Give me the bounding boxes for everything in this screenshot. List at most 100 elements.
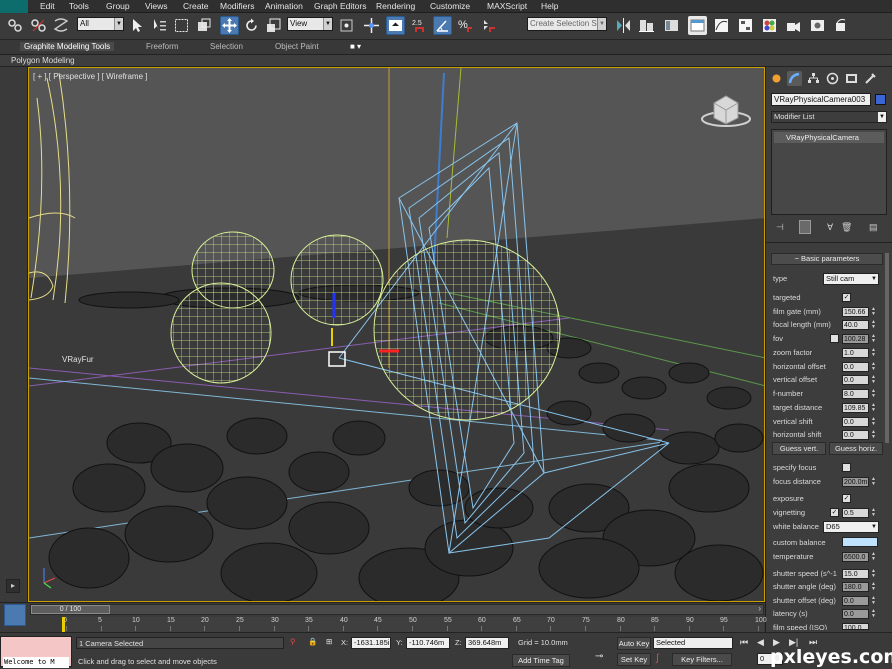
select-and-rotate-icon[interactable] (242, 16, 261, 35)
ribbon-options-icon[interactable]: ■ ▾ (350, 42, 361, 51)
angle-snap-icon[interactable] (433, 16, 452, 35)
spinner-arrows-icon[interactable]: ▲ ▼ (871, 552, 876, 562)
shutter-speed-spinner[interactable]: 15.0 (842, 569, 869, 579)
spinner-arrows-icon[interactable]: ▲ ▼ (871, 569, 876, 579)
menu-views[interactable]: Views (145, 1, 168, 11)
layer-manager-icon[interactable] (688, 16, 707, 35)
create-tab-icon[interactable] (769, 71, 784, 86)
key-filters-button[interactable]: Key Filters... (672, 653, 732, 666)
spinner-arrows-icon[interactable]: ▲ ▼ (871, 403, 876, 413)
mini-curve-editor-icon[interactable] (4, 604, 26, 626)
previous-frame-icon[interactable]: ◀ (757, 637, 764, 648)
menu-customize[interactable]: Customize (430, 1, 470, 11)
align-icon[interactable] (637, 16, 656, 35)
menu-create[interactable]: Create (183, 1, 209, 11)
polygon-modeling-panel-label[interactable]: Polygon Modeling (11, 56, 75, 65)
perspective-viewport[interactable]: [ + ] [ Perspective ] [ Wireframe ] VRay… (28, 67, 765, 602)
mirror-icon[interactable] (614, 16, 633, 35)
rendered-frame-window-icon[interactable] (808, 16, 827, 35)
spinner-snap-icon[interactable] (479, 16, 498, 35)
spinner-arrows-icon[interactable]: ▲ ▼ (871, 609, 876, 619)
modifier-stack-item[interactable]: VRayPhysicalCamera (774, 132, 884, 143)
vignetting-spinner[interactable]: 0.5 (842, 508, 869, 518)
show-end-result-icon[interactable] (799, 220, 811, 234)
remove-modifier-icon[interactable]: 🗑 (841, 222, 852, 233)
spinner-arrows-icon[interactable]: ▲ ▼ (871, 508, 876, 518)
fov-checkbox[interactable] (830, 334, 839, 343)
window-crossing-icon[interactable] (194, 16, 213, 35)
spinner-arrows-icon[interactable]: ▲ ▼ (871, 596, 876, 606)
reference-coordinate-dropdown[interactable]: View ▼ (287, 17, 333, 31)
unlink-icon[interactable] (29, 16, 48, 35)
select-and-scale-icon[interactable] (264, 16, 283, 35)
guess-horiz-button[interactable]: Guess horiz. (829, 442, 883, 455)
basic-parameters-rollout[interactable]: − Basic parameters (771, 253, 883, 265)
render-production-icon[interactable] (832, 16, 851, 35)
z-coordinate-field[interactable]: 369.648m (465, 637, 509, 649)
vertical-offset-spinner[interactable]: 0.0 (842, 375, 869, 385)
render-setup-icon[interactable] (784, 16, 803, 35)
key-tangent-icon[interactable]: ∫ (656, 653, 659, 664)
scene-explorer-icon[interactable] (662, 16, 681, 35)
horizontal-offset-spinner[interactable]: 0.0 (842, 362, 869, 372)
guess-vert-button[interactable]: Guess vert. (772, 442, 826, 455)
spinner-arrows-icon[interactable]: ▲ ▼ (871, 582, 876, 592)
select-and-move-icon[interactable] (220, 16, 239, 35)
command-panel-scrollbar[interactable] (885, 253, 889, 443)
time-slider-thumb[interactable]: 0 / 100 (31, 605, 110, 614)
spinner-arrows-icon[interactable]: ▲ ▼ (871, 375, 876, 385)
rectangular-selection-icon[interactable] (172, 16, 191, 35)
select-object-icon[interactable] (128, 16, 147, 35)
spinner-arrows-icon[interactable]: ▲ ▼ (871, 362, 876, 372)
material-editor-icon[interactable] (760, 16, 779, 35)
schematic-view-icon[interactable] (736, 16, 755, 35)
camera-type-dropdown[interactable]: Still cam ▼ (823, 273, 879, 285)
isolate-icon[interactable]: ⚲ (290, 637, 296, 646)
percent-snap-icon[interactable]: % (456, 16, 475, 35)
viewport-label[interactable]: [ + ] [ Perspective ] [ Wireframe ] (33, 72, 147, 81)
zoom-factor-spinner[interactable]: 1.0 (842, 348, 869, 358)
add-time-tag-button[interactable]: Add Time Tag (512, 654, 570, 667)
x-coordinate-field[interactable]: -1631.185i (351, 637, 391, 649)
snap-toggle-icon[interactable]: 2.5 (410, 16, 429, 35)
auto-key-button[interactable]: Auto Key (617, 637, 651, 650)
maxscript-input[interactable]: Welcome to M (3, 657, 69, 668)
menu-help[interactable]: Help (541, 1, 558, 11)
display-tab-icon[interactable] (844, 71, 859, 86)
menu-edit[interactable]: Edit (40, 1, 55, 11)
white-balance-dropdown[interactable]: D65 ▼ (823, 521, 879, 533)
spinner-arrows-icon[interactable]: ▲ ▼ (871, 348, 876, 358)
menu-maxscript[interactable]: MAXScript (487, 1, 527, 11)
object-name-field[interactable]: VRayPhysicalCamera003 (771, 93, 871, 106)
utilities-tab-icon[interactable] (863, 71, 878, 86)
menu-graph-editors[interactable]: Graph Editors (314, 1, 366, 11)
menu-animation[interactable]: Animation (265, 1, 303, 11)
spinner-arrows-icon[interactable]: ▲ ▼ (871, 430, 876, 440)
viewcube[interactable] (701, 95, 751, 127)
custom-balance-swatch[interactable] (842, 537, 878, 547)
menu-rendering[interactable]: Rendering (376, 1, 415, 11)
spinner-arrows-icon[interactable]: ▲ ▼ (871, 389, 876, 399)
track-bar[interactable]: 0510152025303540455055606570758085909510… (63, 617, 767, 633)
motion-tab-icon[interactable] (825, 71, 840, 86)
select-and-manipulate-icon[interactable] (362, 16, 381, 35)
curve-editor-icon[interactable] (712, 16, 731, 35)
chevron-right-icon[interactable]: › (758, 604, 761, 613)
configure-modifier-sets-icon[interactable]: ▤ (869, 222, 878, 233)
horizontal-shift-spinner[interactable]: 0.0 (842, 430, 869, 440)
shutter-offset-spinner[interactable]: 0.0 (842, 596, 869, 606)
key-mode-dropdown[interactable]: Selected (653, 637, 733, 649)
set-key-button[interactable]: Set Key (617, 653, 651, 666)
absolute-mode-icon[interactable]: ⊞ (326, 637, 332, 646)
object-color-swatch[interactable] (875, 94, 886, 105)
focal-length-spinner[interactable]: 40.0 (842, 320, 869, 330)
y-coordinate-field[interactable]: -110.746m (406, 637, 450, 649)
vignetting-checkbox[interactable]: ✓ (830, 508, 839, 517)
modify-tab-icon[interactable] (787, 71, 802, 86)
spinner-arrows-icon[interactable]: ▲ ▼ (871, 320, 876, 330)
f-number-spinner[interactable]: 8.0 (842, 389, 869, 399)
menu-group[interactable]: Group (106, 1, 130, 11)
modifier-list-dropdown[interactable]: Modifier List ▼ (771, 111, 887, 123)
link-icon[interactable] (6, 16, 25, 35)
app-logo-button[interactable] (0, 0, 28, 13)
